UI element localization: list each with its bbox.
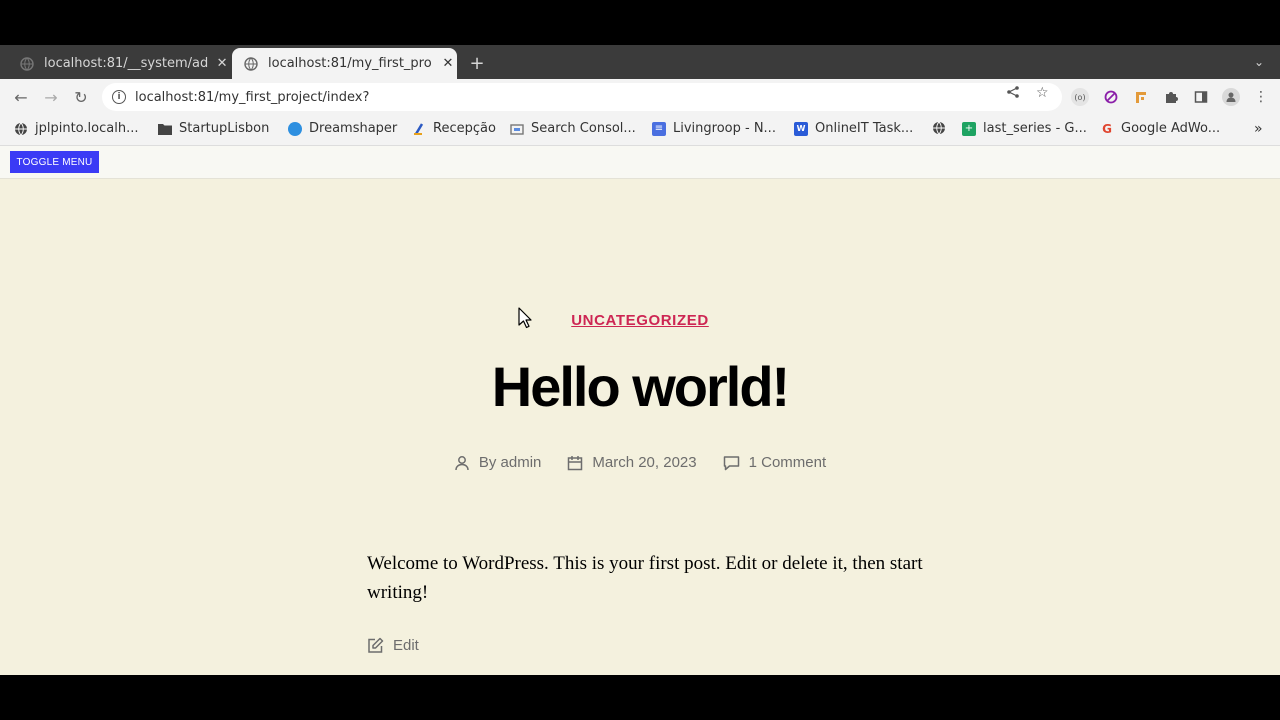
site-header: TOGGLE MENU — [0, 146, 1280, 179]
bookmark-google-adwords[interactable]: G Google AdWo... — [1100, 121, 1220, 136]
folder-icon — [158, 122, 172, 136]
globe-icon — [14, 122, 28, 136]
edit-icon — [368, 637, 384, 653]
sheets-icon: + — [962, 121, 976, 136]
bookmarks-overflow-icon[interactable]: » — [1254, 121, 1263, 137]
recepcao-icon — [412, 122, 426, 136]
puzzle-icon[interactable] — [1162, 88, 1180, 106]
share-icon[interactable] — [1006, 85, 1020, 103]
tab-title: localhost:81/__system/ad — [44, 56, 209, 71]
author-link[interactable]: By admin — [479, 454, 542, 471]
toggle-menu-button[interactable]: TOGGLE MENU — [10, 151, 99, 173]
mouse-cursor-icon — [518, 307, 532, 333]
bookmarks-bar: jplpinto.localh... StartupLisbon Dreamsh… — [0, 115, 1280, 146]
browser-window: localhost:81/__system/ad ✕ localhost:81/… — [0, 45, 1280, 146]
kebab-menu-icon[interactable]: ⋮ — [1252, 88, 1270, 106]
tab-strip: localhost:81/__system/ad ✕ localhost:81/… — [0, 45, 1280, 79]
post-title: Hello world! — [491, 355, 790, 418]
post-author: By admin — [454, 454, 542, 471]
screen: localhost:81/__system/ad ✕ localhost:81/… — [0, 0, 1280, 720]
browser-toolbar: ← → ↻ i localhost:81/my_first_project/in… — [0, 79, 1280, 115]
url-text: localhost:81/my_first_project/index? — [135, 89, 370, 105]
edit-link[interactable]: Edit — [367, 637, 419, 654]
close-icon[interactable]: ✕ — [440, 56, 456, 71]
category-link[interactable]: UNCATEGORIZED — [571, 312, 709, 329]
edit-label: Edit — [393, 637, 419, 654]
bookmark-livingroop[interactable]: ≡ Livingroop - N... — [652, 121, 776, 136]
extension-icon[interactable]: (o) — [1071, 88, 1089, 106]
chevron-down-icon[interactable]: ⌄ — [1254, 55, 1264, 69]
address-bar[interactable]: i localhost:81/my_first_project/index? — [102, 83, 1062, 111]
reload-icon[interactable]: ↻ — [70, 86, 92, 108]
tab-system[interactable]: localhost:81/__system/ad ✕ — [8, 48, 230, 79]
info-icon[interactable]: i — [112, 90, 126, 104]
back-arrow-icon[interactable]: ← — [10, 86, 32, 108]
post-content: Welcome to WordPress. This is your first… — [367, 553, 923, 603]
bookmark-onlineit[interactable]: W OnlineIT Task... — [794, 121, 913, 136]
web-page: TOGGLE MENU UNCATEGORIZED Hello world! B… — [0, 146, 1280, 675]
star-icon[interactable]: ☆ — [1036, 85, 1049, 101]
tab-my-first-project[interactable]: localhost:81/my_first_pro ✕ — [232, 48, 457, 79]
close-icon[interactable]: ✕ — [214, 56, 230, 71]
post-meta: By admin March 20, 2023 1 Comment — [0, 454, 1280, 471]
word-icon: W — [794, 121, 808, 136]
post-category: UNCATEGORIZED — [0, 310, 1280, 329]
calendar-icon — [568, 455, 583, 470]
bookmark-startuplisbon[interactable]: StartupLisbon — [158, 121, 269, 136]
post-date: March 20, 2023 — [567, 454, 697, 471]
google-icon: G — [1102, 121, 1112, 136]
globe-icon — [20, 56, 34, 71]
globe-icon — [244, 56, 258, 71]
user-icon — [455, 455, 469, 470]
globe-icon — [932, 121, 946, 135]
bookmark-last-series[interactable]: + last_series - G... — [962, 121, 1087, 136]
tab-title: localhost:81/my_first_pro — [268, 56, 432, 71]
post-comments: 1 Comment — [723, 454, 827, 471]
bookmark-recepcao[interactable]: Recepção — [412, 121, 496, 136]
dreamshaper-icon — [288, 121, 302, 136]
comment-icon — [723, 455, 739, 470]
block-icon[interactable] — [1102, 88, 1120, 106]
doc-icon: ≡ — [652, 121, 666, 136]
profile-avatar-icon[interactable] — [1222, 88, 1240, 106]
bookmark-dreamshaper[interactable]: Dreamshaper — [288, 121, 397, 136]
bookmark-jplpinto[interactable]: jplpinto.localh... — [14, 121, 138, 136]
date-link[interactable]: March 20, 2023 — [592, 454, 696, 471]
forward-arrow-icon[interactable]: → — [40, 86, 62, 108]
search-console-icon — [510, 122, 524, 136]
bookmark-search-console[interactable]: Search Consol... — [510, 121, 636, 136]
flag-icon[interactable] — [1132, 88, 1150, 106]
side-panel-icon[interactable] — [1192, 88, 1210, 106]
bookmark-globe[interactable] — [932, 121, 953, 135]
comments-link[interactable]: 1 Comment — [749, 454, 827, 471]
new-tab-button[interactable]: + — [466, 53, 488, 74]
